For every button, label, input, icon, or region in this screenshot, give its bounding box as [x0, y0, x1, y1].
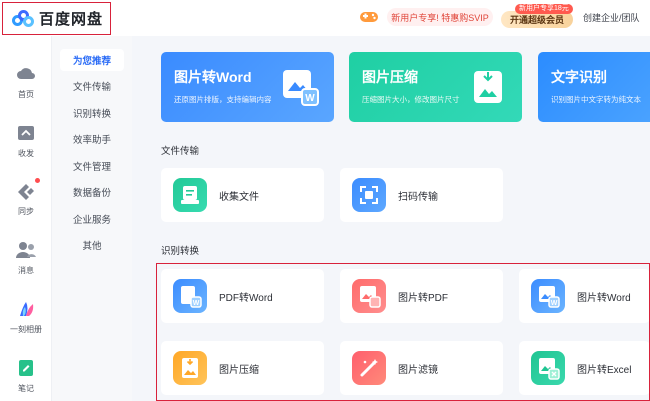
- category-other[interactable]: 其他: [60, 234, 124, 256]
- category-efficiency[interactable]: 效率助手: [60, 128, 124, 150]
- svip-promo-link[interactable]: 新用户专享! 特惠购SVIP: [387, 8, 493, 26]
- nav-message-label: 消息: [18, 266, 34, 275]
- banner-desc: 识别图片中文字转为纯文本: [551, 95, 641, 104]
- category-recognize[interactable]: 识别转换: [60, 102, 124, 124]
- nav-album[interactable]: 一刻相册: [0, 298, 52, 335]
- banner-desc: 压缩图片大小，修改图片尺寸: [362, 95, 460, 104]
- nav-home-label: 首页: [18, 90, 34, 99]
- image-compress-icon: [474, 71, 502, 103]
- note-icon: [19, 360, 33, 376]
- cloud-icon: [17, 68, 35, 79]
- banner-text-recognize[interactable]: 文字识别 识别图片中文字转为纯文本: [538, 52, 650, 122]
- category-enterprise[interactable]: 企业服务: [60, 208, 124, 230]
- scan-transfer-icon: [352, 178, 386, 212]
- nav-sync-label: 同步: [18, 207, 34, 216]
- svg-text:W: W: [305, 93, 315, 104]
- logo[interactable]: 百度网盘: [2, 2, 111, 35]
- tool-scan-transfer[interactable]: 扫码传输: [340, 168, 503, 222]
- section-title-recognize: 识别转换: [161, 246, 200, 257]
- tool-label: 扫码传输: [398, 191, 438, 203]
- banner-desc: 还原图片排版，支持编辑内容: [174, 95, 272, 104]
- category-recommended[interactable]: 为您推荐: [60, 49, 124, 71]
- nav-note[interactable]: 笔记: [0, 357, 52, 394]
- nav-home[interactable]: 首页: [0, 63, 52, 100]
- tool-category-nav: 为您推荐 文件传输 识别转换 效率助手 文件管理 数据备份 企业服务 其他: [52, 36, 132, 401]
- banner-title: 图片压缩: [362, 69, 418, 85]
- banner-title: 图片转Word: [174, 69, 252, 85]
- collect-file-icon: [173, 178, 207, 212]
- sync-icon: [18, 184, 34, 200]
- category-backup[interactable]: 数据备份: [60, 181, 124, 203]
- recognize-section-highlight: [156, 263, 650, 401]
- banner-image-compress[interactable]: 图片压缩 压缩图片大小，修改图片尺寸: [349, 52, 522, 122]
- category-file-management[interactable]: 文件管理: [60, 155, 124, 177]
- open-vip: 开通超级会员 新用户专享18元: [501, 4, 573, 28]
- left-sidebar: 首页 收发 同步 消息 一刻相册 笔记: [0, 36, 52, 401]
- category-file-transfer[interactable]: 文件传输: [60, 75, 124, 97]
- banner-title: 文字识别: [551, 69, 607, 85]
- nav-album-label: 一刻相册: [10, 325, 42, 334]
- banner-image-to-word[interactable]: 图片转Word 还原图片排版，支持编辑内容 W: [161, 52, 334, 122]
- tool-label: 收集文件: [219, 191, 259, 203]
- sync-notification-dot: [35, 178, 40, 183]
- nav-note-label: 笔记: [18, 384, 34, 393]
- tool-collect-file[interactable]: 收集文件: [161, 168, 324, 222]
- nav-message[interactable]: 消息: [0, 239, 52, 276]
- top-header: 百度网盘 新用户专享! 特惠购SVIP 开通超级会员 新用户专享18元 创建企业…: [0, 0, 650, 36]
- nav-share-label: 收发: [18, 149, 34, 158]
- nav-share[interactable]: 收发: [0, 122, 52, 159]
- create-team-link[interactable]: 创建企业/团队: [583, 11, 640, 24]
- message-icon: [16, 242, 36, 258]
- image-to-word-icon: W: [283, 70, 319, 106]
- share-icon: [18, 126, 34, 140]
- gamepad-icon: [360, 12, 378, 22]
- nav-sync[interactable]: 同步: [0, 178, 52, 217]
- baidu-netdisk-logo-icon: [12, 9, 34, 28]
- vip-promo-badge: 新用户专享18元: [515, 4, 573, 14]
- section-title-transfer: 文件传输: [161, 146, 200, 157]
- album-icon: [20, 302, 34, 316]
- logo-text: 百度网盘: [39, 11, 104, 28]
